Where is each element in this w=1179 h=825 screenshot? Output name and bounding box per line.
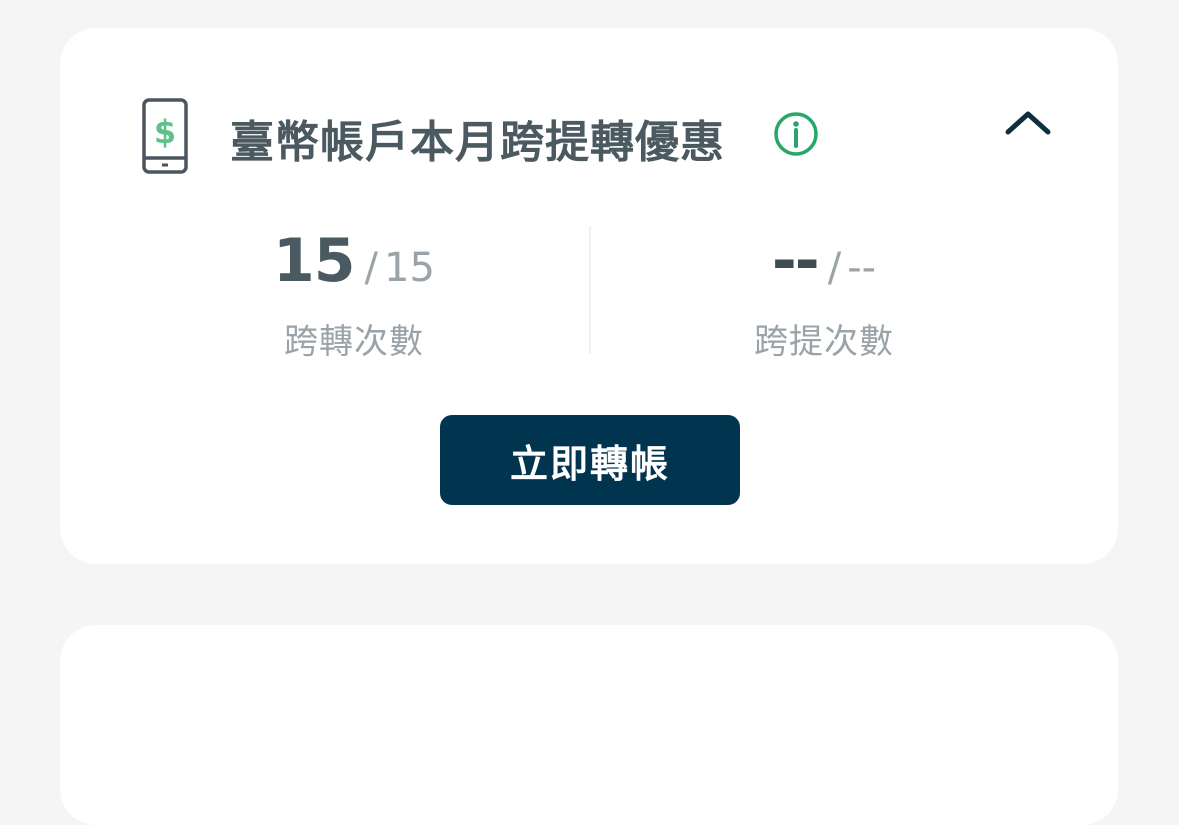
withdrawal-total-count: -- xyxy=(847,245,877,291)
transfer-count-label: 跨轉次數 xyxy=(284,322,424,362)
cross-bank-offer-card: $ 臺幣帳戶本月跨提轉優惠 15/15 跨轉次數 -- / -- 跨提次數 立即轉帳 xyxy=(60,28,1118,564)
stat-separator: / xyxy=(364,245,379,291)
transfer-now-button[interactable]: 立即轉帳 xyxy=(440,415,740,505)
info-icon[interactable] xyxy=(773,111,819,157)
withdrawal-count-label: 跨提次數 xyxy=(754,322,894,362)
withdrawal-count-stat: -- / -- 跨提次數 xyxy=(624,226,1024,363)
transfer-total-count: 15 xyxy=(384,245,435,291)
withdrawal-used-count: -- xyxy=(771,226,820,296)
transfer-count-stat: 15/15 跨轉次數 xyxy=(154,226,554,363)
mobile-dollar-icon: $ xyxy=(142,98,188,174)
withdrawal-count-value: -- / -- xyxy=(624,226,1024,302)
chevron-up-icon[interactable] xyxy=(1004,108,1052,138)
next-card xyxy=(60,625,1118,825)
svg-text:$: $ xyxy=(154,113,176,151)
stat-divider xyxy=(589,226,591,354)
transfer-used-count: 15 xyxy=(273,226,355,296)
stat-separator: / xyxy=(827,245,842,291)
card-title: 臺幣帳戶本月跨提轉優惠 xyxy=(230,117,725,168)
transfer-count-value: 15/15 xyxy=(154,226,554,302)
